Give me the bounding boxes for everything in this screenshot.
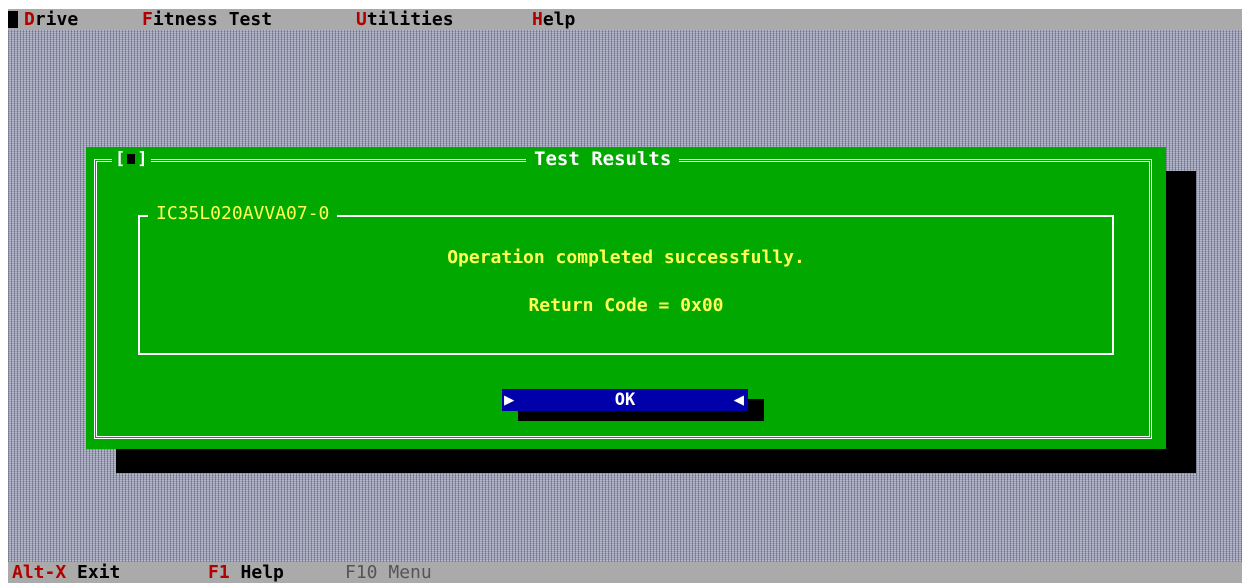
menu-fitness-test[interactable]: Fitness Test <box>142 9 272 30</box>
result-message: Operation completed successfully. <box>447 247 805 268</box>
desktop: Drive Fitness Test Utilities Help [] Tes… <box>8 9 1242 583</box>
status-bar: Alt-X Exit F1 Help F10 Menu <box>8 562 1242 583</box>
status-help[interactable]: F1 Help <box>208 562 284 583</box>
test-results-dialog: [] Test Results IC35L020AVVA07-0 Operati… <box>86 147 1166 449</box>
menu-bar: Drive Fitness Test Utilities Help <box>8 9 1242 30</box>
system-menu-block <box>8 11 18 28</box>
drive-group-box <box>138 215 1114 355</box>
menu-help[interactable]: Help <box>532 9 575 30</box>
ok-label: OK <box>614 390 636 410</box>
dialog-title: Test Results <box>526 147 680 171</box>
right-arrow-icon: ▶ <box>504 390 515 410</box>
menu-utilities[interactable]: Utilities <box>356 9 454 30</box>
return-code: Return Code = 0x00 <box>528 295 724 316</box>
status-menu[interactable]: F10 Menu <box>345 562 432 583</box>
status-exit[interactable]: Alt-X Exit <box>12 562 120 583</box>
close-button[interactable]: [] <box>112 149 151 169</box>
left-arrow-icon: ◀ <box>733 390 744 410</box>
drive-model-label: IC35L020AVVA07-0 <box>148 202 338 226</box>
menu-drive[interactable]: Drive <box>24 9 78 30</box>
close-icon <box>127 154 136 164</box>
ok-button[interactable]: ▶ OK ◀ <box>502 389 748 411</box>
